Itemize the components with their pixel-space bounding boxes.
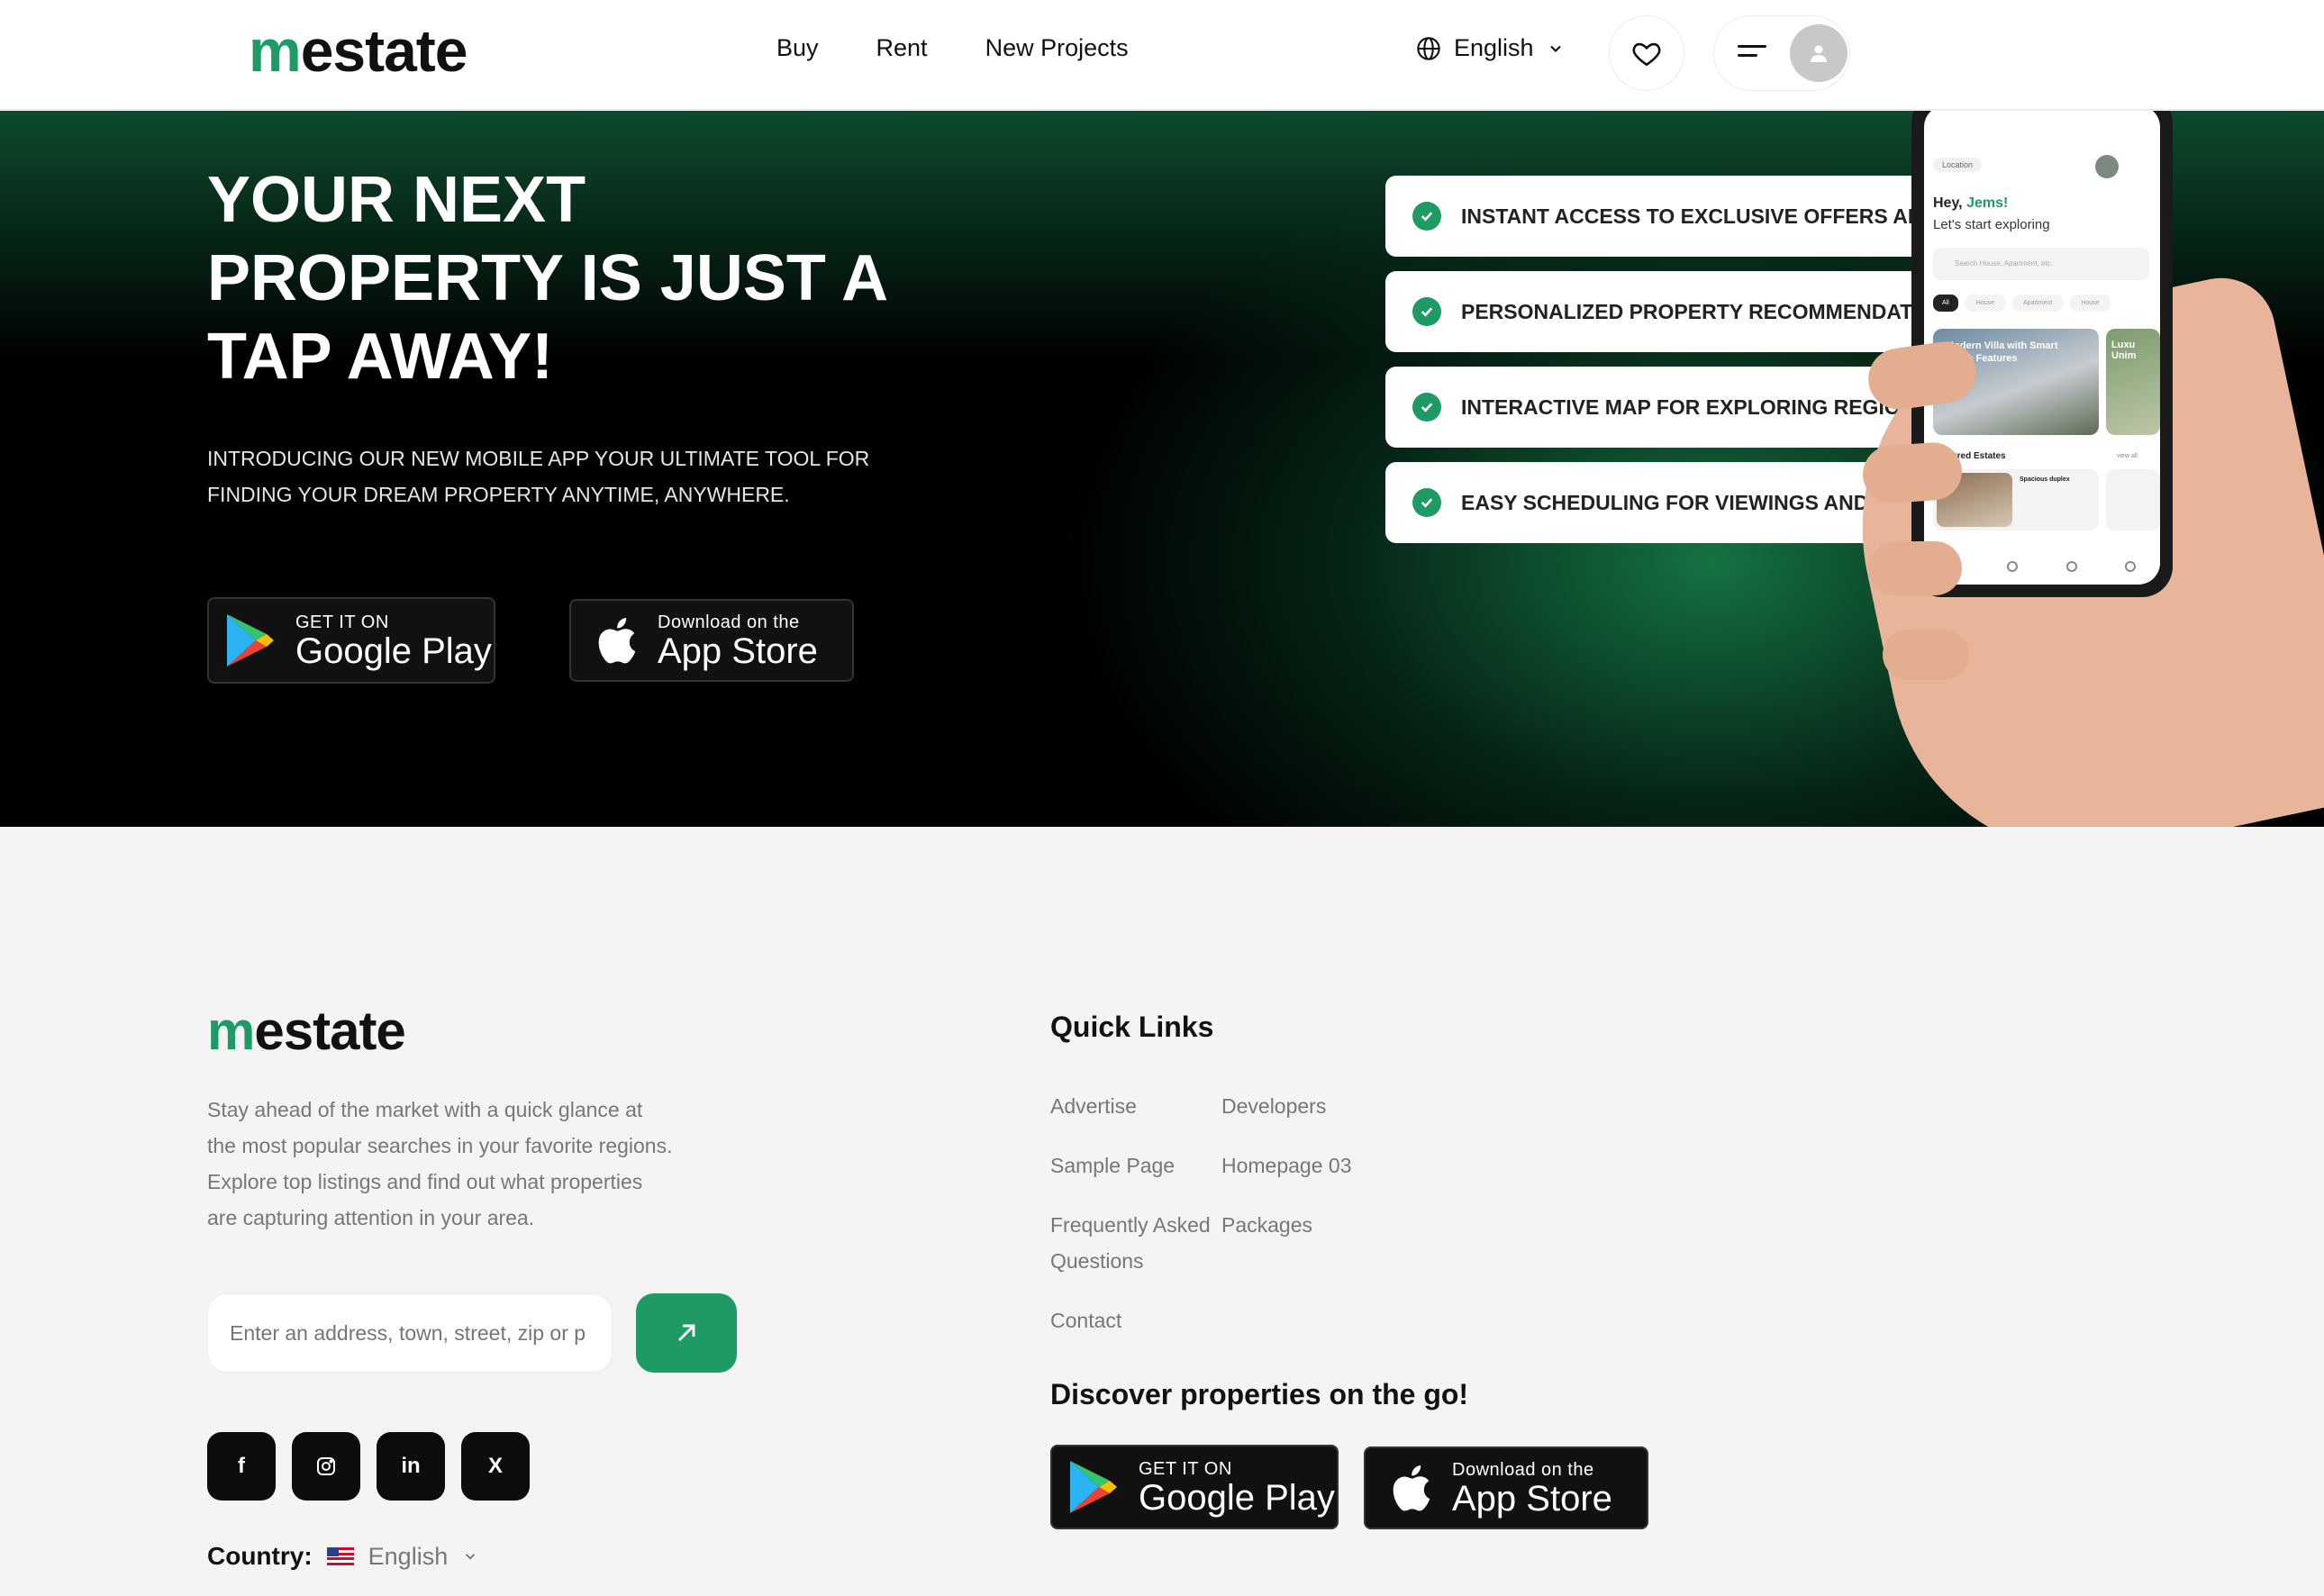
check-icon (1412, 297, 1441, 326)
google-play-label: Google Play (1139, 1477, 1335, 1518)
country-label: Country: (207, 1542, 313, 1570)
feature-item: PERSONALIZED PROPERTY RECOMMENDAT (1385, 271, 1926, 352)
footer-app-store-button[interactable]: Download on the App Store (1364, 1446, 1648, 1529)
phone-filter-chip: House (2070, 295, 2111, 312)
phone-featured-item: Spacious duplex (2020, 476, 2070, 483)
nav-new-projects[interactable]: New Projects (985, 34, 1129, 62)
link-faq-line2: Questions (1050, 1249, 1144, 1273)
feature-text: EASY SCHEDULING FOR VIEWINGS AND INQ (1461, 490, 1911, 514)
link-faq-line1: Frequently Asked (1050, 1213, 1211, 1237)
phone-user: Jems! (1966, 195, 2009, 211)
user-icon (2125, 561, 2137, 572)
google-play-button[interactable]: GET IT ON Google Play (207, 597, 495, 684)
phone-side-card: Luxu Unim (2106, 329, 2160, 435)
finger-image (1868, 541, 1962, 595)
hero-title: YOUR NEXT PROPERTY IS JUST A TAP AWAY! (207, 164, 886, 393)
footer-search-button[interactable] (636, 1293, 737, 1373)
quick-links-title: Quick Links (1050, 1011, 1214, 1043)
main-nav: Buy Rent New Projects (776, 34, 1129, 62)
phone-filter-chip: House (1965, 295, 2006, 312)
check-icon (1412, 202, 1441, 231)
site-logo[interactable]: mestate (249, 16, 468, 85)
nav-rent[interactable]: Rent (876, 34, 928, 62)
google-play-icon (1070, 1461, 1117, 1513)
feature-item: INSTANT ACCESS TO EXCLUSIVE OFFERS AND (1385, 176, 1926, 257)
footer-description: Stay ahead of the market with a quick gl… (207, 1098, 673, 1229)
link-packages[interactable]: Packages (1221, 1207, 1312, 1243)
linkedin-icon[interactable]: in (377, 1432, 445, 1501)
app-store-small-label: Download on the (1452, 1459, 1594, 1480)
link-homepage-03[interactable]: Homepage 03 (1221, 1147, 1352, 1183)
check-icon (1412, 488, 1441, 517)
app-store-small-label: Download on the (658, 612, 800, 632)
instagram-icon[interactable] (292, 1432, 360, 1501)
google-play-small-label: GET IT ON (1139, 1458, 1232, 1479)
phone-greeting: Hey, (1933, 195, 1963, 211)
feature-text: INTERACTIVE MAP FOR EXPLORING REGIO (1461, 394, 1901, 419)
apple-icon (1393, 1465, 1430, 1511)
app-promo-hero: YOUR NEXT PROPERTY IS JUST A TAP AWAY! I… (0, 111, 2324, 827)
heart-icon (1632, 42, 1661, 67)
phone-prompt: Let's start exploring (1933, 217, 2050, 232)
phone-avatar (2095, 155, 2119, 178)
phone-view-all: view all (2117, 453, 2138, 459)
avatar (1790, 24, 1847, 82)
link-sample-page[interactable]: Sample Page (1050, 1147, 1175, 1183)
facebook-icon[interactable]: f (207, 1432, 276, 1501)
heart-icon (2065, 561, 2077, 572)
us-flag-icon (326, 1547, 354, 1565)
google-play-small-label: GET IT ON (295, 612, 389, 632)
feature-list: INSTANT ACCESS TO EXCLUSIVE OFFERS AND P… (1385, 176, 1926, 558)
discover-title: Discover properties on the go! (1050, 1378, 1469, 1410)
link-developers[interactable]: Developers (1221, 1088, 1326, 1124)
phone-filter-chip: Apartment (2012, 295, 2064, 312)
country-value: English (368, 1542, 449, 1570)
finger-image (1860, 440, 1965, 505)
language-selector[interactable]: English (1416, 34, 1565, 62)
link-faq[interactable]: Frequently Asked Questions (1050, 1207, 1211, 1279)
feature-item: INTERACTIVE MAP FOR EXPLORING REGIO (1385, 367, 1926, 448)
google-play-label: Google Play (295, 630, 492, 671)
chevron-down-icon (1549, 45, 1561, 52)
phone-filter-chip: All (1933, 295, 1958, 312)
link-contact[interactable]: Contact (1050, 1302, 1121, 1338)
link-advertise[interactable]: Advertise (1050, 1088, 1137, 1124)
feature-item: EASY SCHEDULING FOR VIEWINGS AND INQ (1385, 462, 1926, 543)
site-header: mestate Buy Rent New Projects English (0, 0, 2324, 110)
app-store-label: App Store (658, 630, 818, 671)
hero-subtitle: INTRODUCING OUR NEW MOBILE APP YOUR ULTI… (207, 447, 870, 506)
finger-image (1883, 630, 1969, 680)
user-icon (1811, 45, 1827, 62)
feature-text: PERSONALIZED PROPERTY RECOMMENDAT (1461, 299, 1913, 323)
site-footer: mestate Stay ahead of the market with a … (0, 895, 2324, 1596)
social-links: f in X (207, 1432, 530, 1501)
x-twitter-icon[interactable]: X (461, 1432, 530, 1501)
favorites-button[interactable] (1609, 15, 1684, 91)
user-menu-button[interactable] (1713, 15, 1850, 91)
google-play-icon (227, 614, 274, 667)
check-icon (1412, 393, 1441, 422)
country-selector[interactable]: Country: English (207, 1542, 478, 1571)
app-store-button[interactable]: Download on the App Store (569, 599, 854, 682)
footer-search-input[interactable] (207, 1293, 613, 1373)
language-label: English (1454, 34, 1534, 61)
phone-search: Search House, Apartment, etc. (1933, 248, 2149, 280)
chevron-down-icon (466, 1554, 476, 1560)
globe-icon (1417, 36, 1440, 60)
footer-google-play-button[interactable]: GET IT ON Google Play (1050, 1445, 1339, 1529)
app-store-label: App Store (1452, 1478, 1612, 1519)
footer-logo[interactable]: mestate (207, 1000, 406, 1062)
menu-icon (1738, 45, 1766, 57)
arrow-up-right-icon (677, 1324, 695, 1342)
location-chip: Location (1933, 158, 1983, 172)
apple-icon (598, 618, 636, 664)
phone-in-hand-image: Location Hey, Jems! Let's start explorin… (1822, 111, 2324, 827)
search-icon (2007, 561, 2019, 572)
nav-buy[interactable]: Buy (776, 34, 819, 62)
